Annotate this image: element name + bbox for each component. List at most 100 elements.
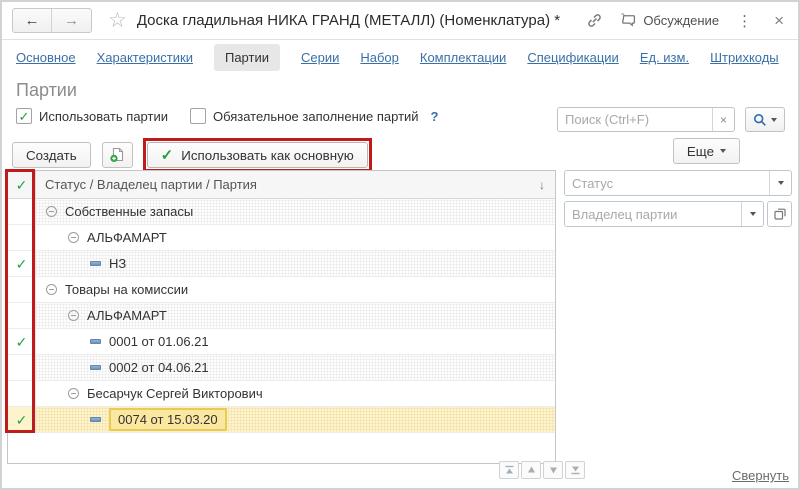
more-actions-label: Еще <box>687 144 714 159</box>
close-icon[interactable]: × <box>770 11 788 31</box>
move-to-top-button[interactable] <box>499 461 519 479</box>
tab-7[interactable]: Спецификации <box>527 50 619 65</box>
batch-item-icon <box>90 365 101 370</box>
section-heading: Партии <box>16 80 77 101</box>
use-batches-label: Использовать партии <box>39 109 168 124</box>
title-bar: ← → ☆ Доска гладильная НИКА ГРАНД (МЕТАЛ… <box>2 2 798 40</box>
open-list-icon <box>774 208 786 220</box>
copy-document-icon <box>109 147 125 163</box>
discussion-icon <box>619 12 636 29</box>
search-dropdown-arrow-icon <box>771 118 777 122</box>
tab-9[interactable]: Штрихкоды <box>710 50 779 65</box>
annotation-box-use-as-main: ✓ Использовать как основную <box>143 138 372 172</box>
search-area: × <box>557 107 785 132</box>
check-icon: ✓ <box>16 413 28 427</box>
owner-open-button[interactable] <box>767 201 792 227</box>
tab-5[interactable]: Набор <box>360 50 399 65</box>
move-up-button[interactable] <box>521 461 541 479</box>
table-row[interactable]: ✓ 0001 от 01.06.21 <box>8 329 555 355</box>
table-header-title: Статус / Владелец партии / Партия <box>36 177 539 192</box>
app-window: ← → ☆ Доска гладильная НИКА ГРАНД (МЕТАЛ… <box>0 0 800 490</box>
search-clear-icon[interactable]: × <box>712 108 734 131</box>
collapse-node-icon[interactable] <box>68 388 79 399</box>
collapse-node-icon[interactable] <box>46 284 57 295</box>
sort-descending-icon: ↓ <box>539 178 555 192</box>
forward-button[interactable]: → <box>52 9 91 32</box>
search-input[interactable] <box>558 108 712 131</box>
status-filter <box>564 170 792 196</box>
header-check-cell: ✓ <box>8 171 36 198</box>
search-field: × <box>557 107 735 132</box>
dropdown-arrow-icon <box>750 212 756 216</box>
title-actions: Обсуждение ⋮ × <box>586 11 788 31</box>
create-button[interactable]: Создать <box>12 142 91 168</box>
row-check-cell <box>8 277 36 302</box>
owner-filter <box>564 201 764 227</box>
row-check-cell <box>8 355 36 380</box>
mandatory-batches-label: Обязательное заполнение партий <box>213 109 419 124</box>
owner-filter-input[interactable] <box>565 202 741 226</box>
more-menu-icon[interactable]: ⋮ <box>735 12 754 30</box>
get-link-icon[interactable] <box>586 12 603 29</box>
create-by-copy-button[interactable] <box>102 142 133 168</box>
search-button[interactable] <box>745 107 785 132</box>
use-as-main-button[interactable]: ✓ Использовать как основную <box>147 142 368 168</box>
back-button[interactable]: ← <box>13 9 52 32</box>
table-row[interactable]: АЛЬФАМАРТ <box>8 225 555 251</box>
discussion-control[interactable]: Обсуждение <box>619 12 719 29</box>
page-title: Доска гладильная НИКА ГРАНД (МЕТАЛЛ) (Но… <box>137 12 560 29</box>
check-icon: ✓ <box>16 257 28 271</box>
use-batches-checkbox[interactable]: ✓ <box>16 108 32 124</box>
mandatory-batches-checkbox[interactable] <box>190 108 206 124</box>
table-row[interactable]: Товары на комиссии <box>8 277 555 303</box>
tab-3[interactable]: Партии <box>214 44 280 71</box>
row-check-cell <box>8 303 36 328</box>
options-row: ✓ Использовать партии Обязательное запол… <box>16 108 439 124</box>
collapse-node-icon[interactable] <box>68 232 79 243</box>
collapse-link[interactable]: Свернуть <box>732 468 789 483</box>
row-check-cell: ✓ <box>8 329 36 354</box>
table-row[interactable]: ✓ НЗ <box>8 251 555 277</box>
filter-panel <box>564 170 792 232</box>
dropdown-arrow-icon <box>778 181 784 185</box>
more-actions-button[interactable]: Еще <box>673 138 740 164</box>
use-as-main-label: Использовать как основную <box>181 148 354 163</box>
move-down-button[interactable] <box>543 461 563 479</box>
discussion-label: Обсуждение <box>643 13 719 28</box>
help-link[interactable]: ? <box>431 109 439 124</box>
row-check-cell <box>8 381 36 406</box>
tab-2[interactable]: Характеристики <box>97 50 193 65</box>
row-check-cell: ✓ <box>8 407 36 432</box>
batch-item-icon <box>90 417 101 422</box>
row-navigation <box>499 461 585 479</box>
tab-8[interactable]: Ед. изм. <box>640 50 689 65</box>
check-icon: ✓ <box>161 146 174 164</box>
collapse-node-icon[interactable] <box>68 310 79 321</box>
row-check-cell <box>8 225 36 250</box>
table-row[interactable]: Собственные запасы <box>8 199 555 225</box>
favorite-star-icon[interactable]: ☆ <box>108 10 127 31</box>
row-check-cell: ✓ <box>8 251 36 276</box>
batch-item-icon <box>90 339 101 344</box>
magnifier-icon <box>753 113 767 127</box>
table-row[interactable]: Бесарчук Сергей Викторович <box>8 381 555 407</box>
status-filter-input[interactable] <box>565 171 769 195</box>
move-to-bottom-button[interactable] <box>565 461 585 479</box>
table-body: Собственные запасы АЛЬФАМАРТ ✓ НЗ <box>8 199 555 433</box>
collapse-node-icon[interactable] <box>46 206 57 217</box>
table-row[interactable]: АЛЬФАМАРТ <box>8 303 555 329</box>
table-header-row[interactable]: ✓ Статус / Владелец партии / Партия ↓ <box>8 171 555 199</box>
tab-4[interactable]: Серии <box>301 50 339 65</box>
batches-table: ✓ Статус / Владелец партии / Партия ↓ Со… <box>7 170 556 464</box>
tab-1[interactable]: Основное <box>16 50 76 65</box>
more-dropdown-arrow-icon <box>720 149 726 153</box>
owner-dropdown-button[interactable] <box>741 202 763 226</box>
history-nav: ← → <box>12 8 92 33</box>
tab-6[interactable]: Комплектации <box>420 50 506 65</box>
table-row[interactable]: ✓ 0074 от 15.03.20 <box>8 407 555 433</box>
status-dropdown-button[interactable] <box>769 171 791 195</box>
tab-bar: Основное Характеристики Партии Серии Наб… <box>2 41 798 74</box>
check-icon: ✓ <box>16 178 28 192</box>
table-row[interactable]: 0002 от 04.06.21 <box>8 355 555 381</box>
row-check-cell <box>8 199 36 224</box>
